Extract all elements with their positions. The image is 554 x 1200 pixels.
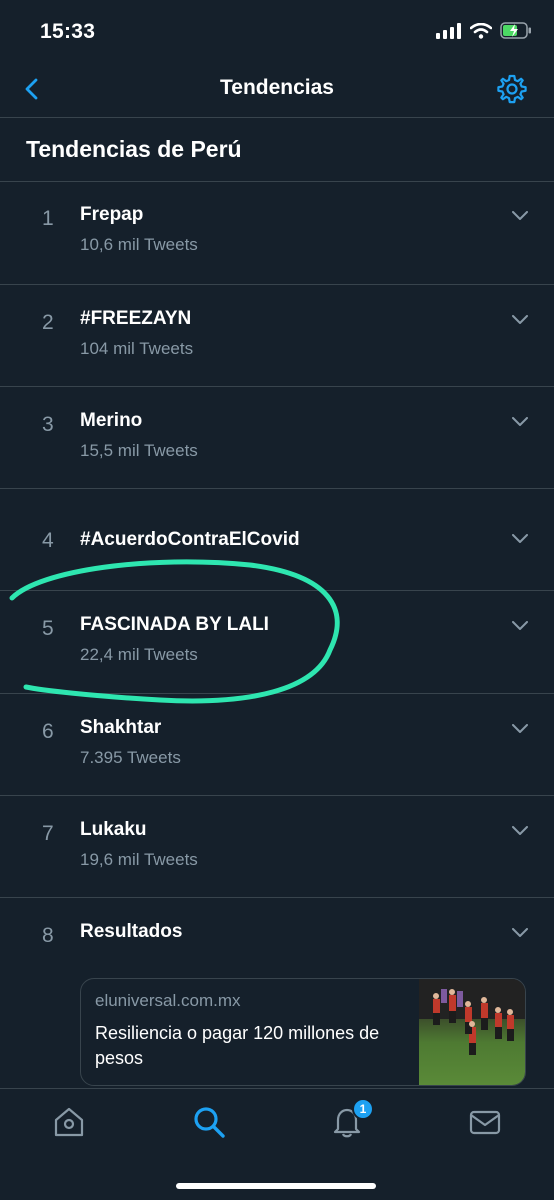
trend-rank: 7 [42, 822, 54, 845]
home-indicator [176, 1183, 376, 1189]
card-headline: Resiliencia o pagar 120 millones de peso… [95, 1023, 380, 1068]
trend-list: 1 Frepap 10,6 mil Tweets 2 #FREEZAYN 104… [0, 182, 554, 1088]
trend-count: 19,6 mil Tweets [80, 850, 198, 869]
wifi-icon [470, 22, 492, 39]
trend-name: Resultados [80, 921, 183, 942]
chevron-down-icon[interactable] [512, 724, 528, 734]
trend-rank: 6 [42, 720, 54, 743]
home-icon[interactable] [52, 1105, 86, 1139]
trend-count: 104 mil Tweets [80, 339, 194, 358]
trend-rank: 1 [42, 207, 54, 230]
battery-charging-icon [500, 22, 531, 39]
card-domain: eluniversal.com.mx [95, 991, 241, 1010]
chevron-down-icon[interactable] [512, 315, 528, 325]
trend-rank: 3 [42, 413, 54, 436]
section-header: Tendencias de Perú [0, 118, 554, 182]
chevron-down-icon[interactable] [512, 211, 528, 221]
chevron-down-icon[interactable] [512, 826, 528, 836]
trend-name: #FREEZAYN [80, 308, 192, 329]
trend-rank: 2 [42, 311, 54, 334]
trend-count: 10,6 mil Tweets [80, 235, 198, 254]
notification-badge: 1 [352, 1098, 374, 1120]
trend-count: 7.395 Tweets [80, 748, 181, 767]
trend-count: 22,4 mil Tweets [80, 645, 198, 664]
trend-item[interactable]: 4 #AcuerdoContraElCovid [0, 489, 554, 591]
chevron-down-icon[interactable] [512, 534, 528, 544]
gear-icon[interactable] [496, 73, 528, 105]
status-icons [436, 22, 532, 39]
section-title: Tendencias de Perú [26, 136, 242, 162]
trend-item[interactable]: 6 Shakhtar 7.395 Tweets [0, 694, 554, 796]
status-time: 15:33 [40, 20, 96, 43]
trend-rank: 8 [42, 924, 54, 947]
trend-name: Merino [80, 410, 143, 431]
trend-name: Shakhtar [80, 717, 162, 738]
trend-item[interactable]: 2 #FREEZAYN 104 mil Tweets [0, 285, 554, 387]
chevron-down-icon[interactable] [512, 621, 528, 631]
nav-bar: Tendencias [0, 66, 554, 118]
trend-name: #AcuerdoContraElCovid [80, 529, 300, 550]
trend-item[interactable]: 3 Merino 15,5 mil Tweets [0, 387, 554, 489]
trend-item[interactable]: 1 Frepap 10,6 mil Tweets [0, 182, 554, 285]
status-bar: 15:33 [0, 0, 554, 66]
card-thumbnail-image [419, 979, 525, 1085]
trend-item[interactable]: 8 Resultados eluniversal.com.mx Resilien… [0, 898, 554, 1088]
trend-rank: 5 [42, 617, 54, 640]
cellular-signal-icon [436, 22, 461, 39]
chevron-down-icon[interactable] [512, 417, 528, 427]
chevron-down-icon[interactable] [512, 928, 528, 938]
trend-name: Frepap [80, 204, 144, 225]
news-card[interactable]: eluniversal.com.mx Resiliencia o pagar 1… [80, 978, 526, 1086]
trend-name: Lukaku [80, 819, 147, 840]
trend-name: FASCINADA BY LALI [80, 614, 269, 635]
trend-count: 15,5 mil Tweets [80, 441, 198, 460]
trend-item-highlighted[interactable]: 5 FASCINADA BY LALI 22,4 mil Tweets [0, 591, 554, 694]
page-title: Tendencias [220, 76, 334, 99]
trend-rank: 4 [42, 529, 54, 552]
messages-icon[interactable] [468, 1105, 502, 1139]
trend-item[interactable]: 7 Lukaku 19,6 mil Tweets [0, 796, 554, 898]
search-icon[interactable] [192, 1105, 226, 1139]
